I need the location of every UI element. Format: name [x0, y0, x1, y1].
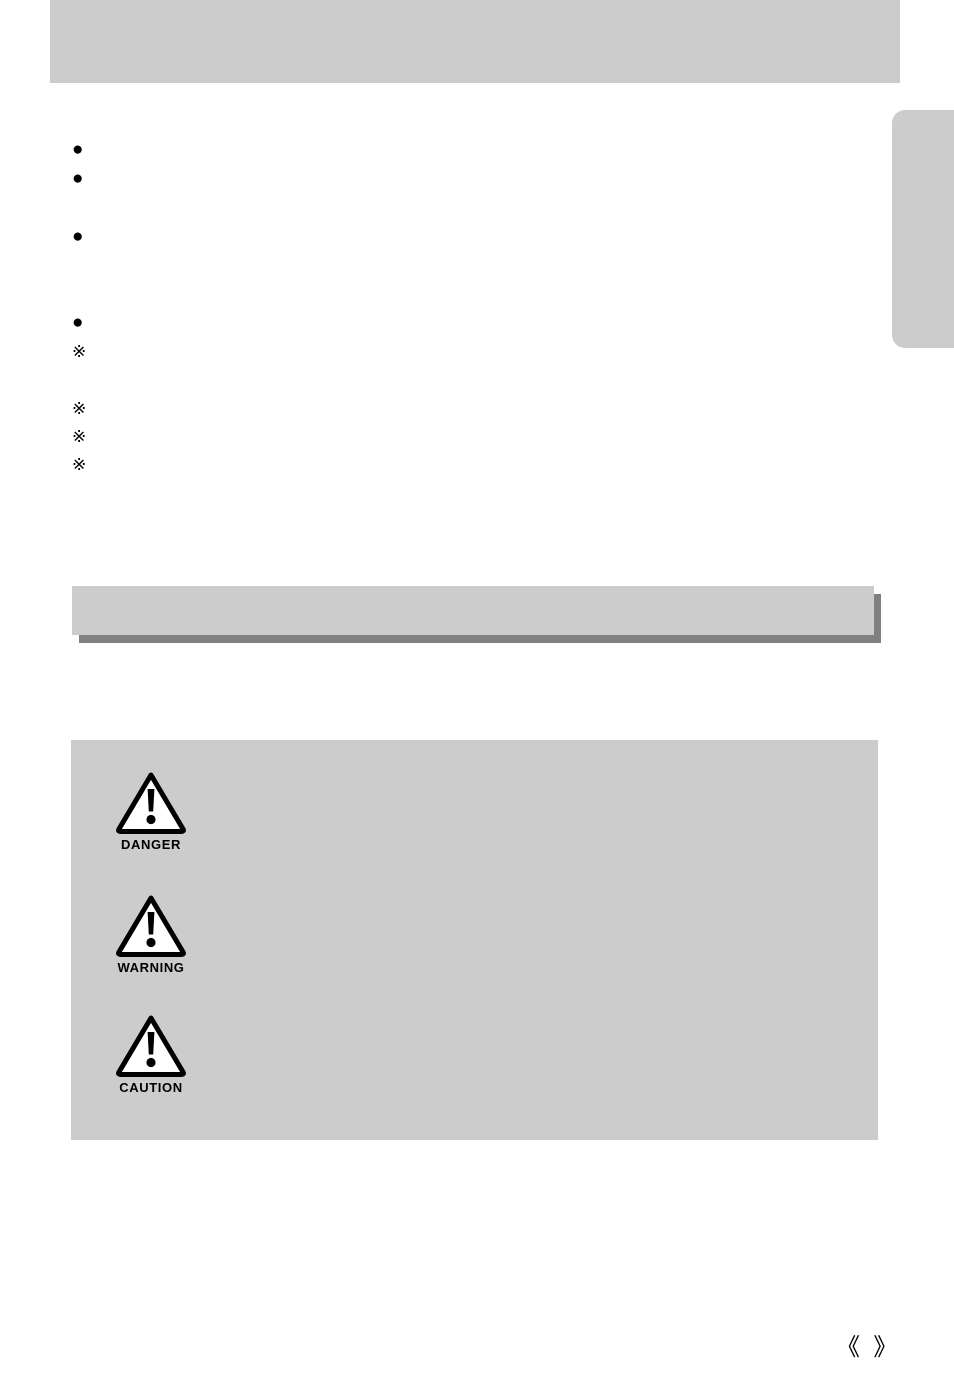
page-number: 《 》 — [836, 1334, 898, 1361]
legend-row: CAUTION — [101, 1015, 851, 1095]
danger-triangle-icon: DANGER — [101, 772, 201, 852]
list-item: ※ — [72, 399, 872, 419]
list-item: ● — [72, 313, 872, 333]
caution-triangle-icon: CAUTION — [101, 1015, 201, 1095]
chapter-index-tab-label — [892, 110, 954, 348]
list-item: ※ — [72, 342, 872, 362]
safety-legend-panel: DANGER WARNING CAUTION — [71, 740, 878, 1140]
list-item: ● — [72, 169, 872, 189]
legend-row: DANGER — [101, 772, 851, 852]
filled-circle-bullet: ● — [72, 226, 84, 247]
list-item: ● — [72, 227, 872, 247]
filled-circle-bullet: ● — [72, 312, 84, 333]
list-item: ● — [72, 140, 872, 160]
page-header-band — [50, 0, 900, 83]
danger-triangle-icon-label: DANGER — [121, 837, 181, 852]
caution-triangle-icon-label: CAUTION — [119, 1080, 183, 1095]
asterisk-note-bullet: ※ — [72, 399, 87, 418]
list-item: ※ — [72, 427, 872, 447]
asterisk-note-bullet: ※ — [72, 342, 87, 361]
list-item: ※ — [72, 455, 872, 475]
asterisk-note-bullet: ※ — [72, 455, 87, 474]
legend-row-text — [201, 772, 851, 778]
warning-triangle-icon-label: WARNING — [117, 960, 185, 975]
warning-triangle-icon: WARNING — [101, 895, 201, 975]
chapter-index-tab[interactable] — [892, 110, 954, 348]
legend-row-text — [201, 1015, 851, 1021]
filled-circle-bullet: ● — [72, 168, 84, 189]
legend-row-text — [201, 895, 851, 901]
section-heading-bar — [72, 586, 874, 635]
manual-page: ● ● ● ● ※ ※ ※ ※ DANGER WARNING CAUTION 《 》 — [0, 0, 954, 1394]
legend-row: WARNING — [101, 895, 851, 975]
filled-circle-bullet: ● — [72, 139, 84, 160]
section-heading — [72, 586, 882, 644]
asterisk-note-bullet: ※ — [72, 427, 87, 446]
